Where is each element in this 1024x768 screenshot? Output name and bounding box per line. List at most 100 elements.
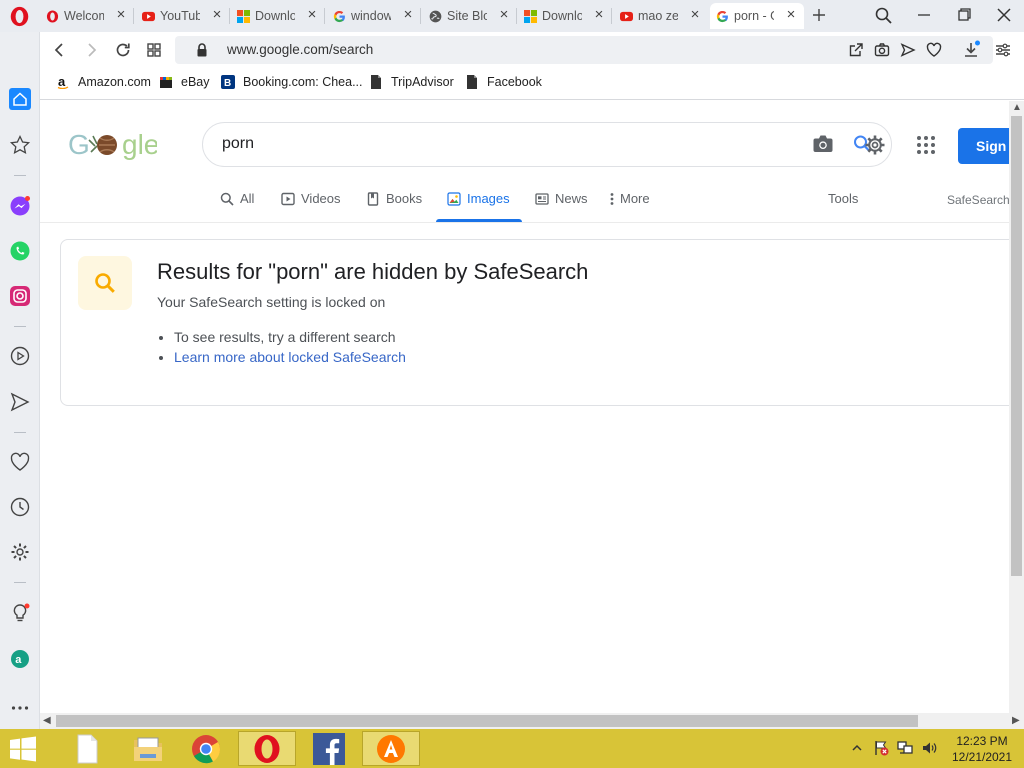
bookmark-tripadvisor[interactable]: TripAdvisor [369,75,454,89]
camera-icon[interactable] [812,134,834,154]
opera-sidebar: a [0,32,40,729]
close-tab-icon[interactable]: × [305,7,319,22]
taskbar-file-explorer[interactable] [58,731,116,766]
url-text[interactable]: www.google.com/search [227,42,373,57]
search-query-text[interactable]: porn [222,135,254,153]
download-icon[interactable] [961,40,981,60]
windows-start-icon[interactable] [9,736,37,762]
horizontal-scrollbar[interactable]: ◀ [40,713,1009,729]
browser-tab[interactable]: Site Block × [423,3,517,29]
back-icon[interactable] [50,40,70,60]
bookmark-ebay[interactable]: eBay [159,75,210,89]
settings-gear-icon[interactable] [9,541,31,563]
close-window-icon[interactable] [991,4,1017,26]
browser-tab[interactable]: mao zedong × [614,3,708,29]
search-input[interactable]: porn [202,122,892,167]
browser-tab[interactable]: Download × [518,3,612,29]
search-tabs-icon[interactable] [871,4,897,26]
taskbar-chrome[interactable] [177,731,235,766]
taskbar-facebook[interactable] [300,731,358,766]
browser-tab[interactable]: Download × [231,3,325,29]
tab-all[interactable]: All [220,191,254,206]
tab-strip: Welcome × YouTube × Download × windows ×… [0,0,1024,32]
tab-more[interactable]: More [608,191,650,206]
close-tab-icon[interactable]: × [784,7,798,22]
tab-title: mao zedong [638,9,678,23]
tab-news[interactable]: News [535,191,588,206]
horizontal-scroll-thumb[interactable] [56,715,918,727]
search-icon [220,192,234,206]
tab-images[interactable]: Images [447,191,510,206]
action-center-flag-icon[interactable] [873,740,889,756]
tab-title: Welcome [64,9,104,23]
vertical-scroll-thumb[interactable] [1011,116,1022,576]
browser-tab[interactable]: windows × [327,3,421,29]
tab-books[interactable]: Books [366,191,422,206]
close-tab-icon[interactable]: × [114,7,128,22]
close-tab-icon[interactable]: × [401,7,415,22]
send-icon[interactable] [900,42,916,58]
more-horizontal-icon[interactable] [9,697,31,719]
minimize-icon[interactable] [911,4,937,26]
folder-icon [134,737,162,761]
new-tab-icon[interactable] [806,4,832,26]
browser-tab-active[interactable]: porn - Google × [710,3,804,29]
address-bar[interactable]: www.google.com/search [175,36,993,64]
scroll-left-icon[interactable]: ◀ [43,715,51,726]
snapshot-icon[interactable] [874,42,890,58]
restore-icon[interactable] [951,4,977,26]
google-apps-icon[interactable] [916,135,936,155]
windows-icon [524,9,537,23]
tab-title: Download [255,9,295,23]
speed-dial-icon[interactable] [144,40,164,60]
safesearch-button[interactable]: SafeSearch [947,193,1009,207]
star-icon[interactable] [9,134,31,156]
opera-menu-icon[interactable] [9,6,30,27]
notice-text: To see results, try a different search [174,329,396,345]
network-icon[interactable] [897,740,913,756]
taskbar-avast[interactable] [362,731,420,766]
vertical-scrollbar[interactable]: ▲ [1009,101,1024,713]
scroll-right-icon[interactable]: ▶ [1012,715,1020,726]
instagram-icon[interactable] [9,285,31,307]
google-doodle-logo[interactable]: G gle [67,126,157,160]
bookmark-amazon[interactable]: a Amazon.com [56,75,151,89]
browser-tab[interactable]: Welcome × [40,3,134,29]
reload-icon[interactable] [113,40,133,60]
bookmark-booking[interactable]: B Booking.com: Chea... [221,75,363,89]
history-icon[interactable] [9,496,31,518]
easy-setup-icon[interactable] [993,40,1013,60]
share-icon[interactable] [848,42,864,58]
sign-in-button[interactable]: Sign [958,128,1009,164]
show-hidden-icons-icon[interactable] [849,740,865,756]
close-tab-icon[interactable]: × [688,7,702,22]
close-tab-icon[interactable]: × [592,7,606,22]
close-tab-icon[interactable]: × [497,7,511,22]
taskbar-opera[interactable] [238,731,296,766]
opera-icon [46,9,59,23]
home-icon[interactable] [9,88,31,110]
send-icon[interactable] [9,391,31,413]
safesearch-notice-card: Results for "porn" are hidden by SafeSea… [60,239,1009,406]
lock-icon[interactable] [196,43,208,57]
bookmark-label: Booking.com: Chea... [243,75,363,89]
browser-tab[interactable]: YouTube × [136,3,230,29]
forward-icon[interactable] [81,40,101,60]
heart-icon[interactable] [9,451,31,473]
whatsapp-icon[interactable] [9,240,31,262]
taskbar-folder[interactable] [119,731,177,766]
tools-button[interactable]: Tools [828,191,858,206]
player-icon[interactable] [9,345,31,367]
close-tab-icon[interactable]: × [210,7,224,22]
messenger-icon[interactable] [9,195,31,217]
bookmark-facebook[interactable]: Facebook [465,75,542,89]
taskbar-clock[interactable]: 12:23 PM 12/21/2021 [948,733,1016,765]
volume-icon[interactable] [921,740,937,756]
scroll-up-icon[interactable]: ▲ [1012,102,1022,113]
heart-icon[interactable] [926,42,942,58]
settings-gear-icon[interactable] [864,134,886,156]
aria-icon[interactable]: a [9,648,31,670]
tab-videos[interactable]: Videos [281,191,341,206]
lightbulb-icon[interactable] [9,602,31,624]
learn-more-link[interactable]: Learn more about locked SafeSearch [174,349,406,365]
